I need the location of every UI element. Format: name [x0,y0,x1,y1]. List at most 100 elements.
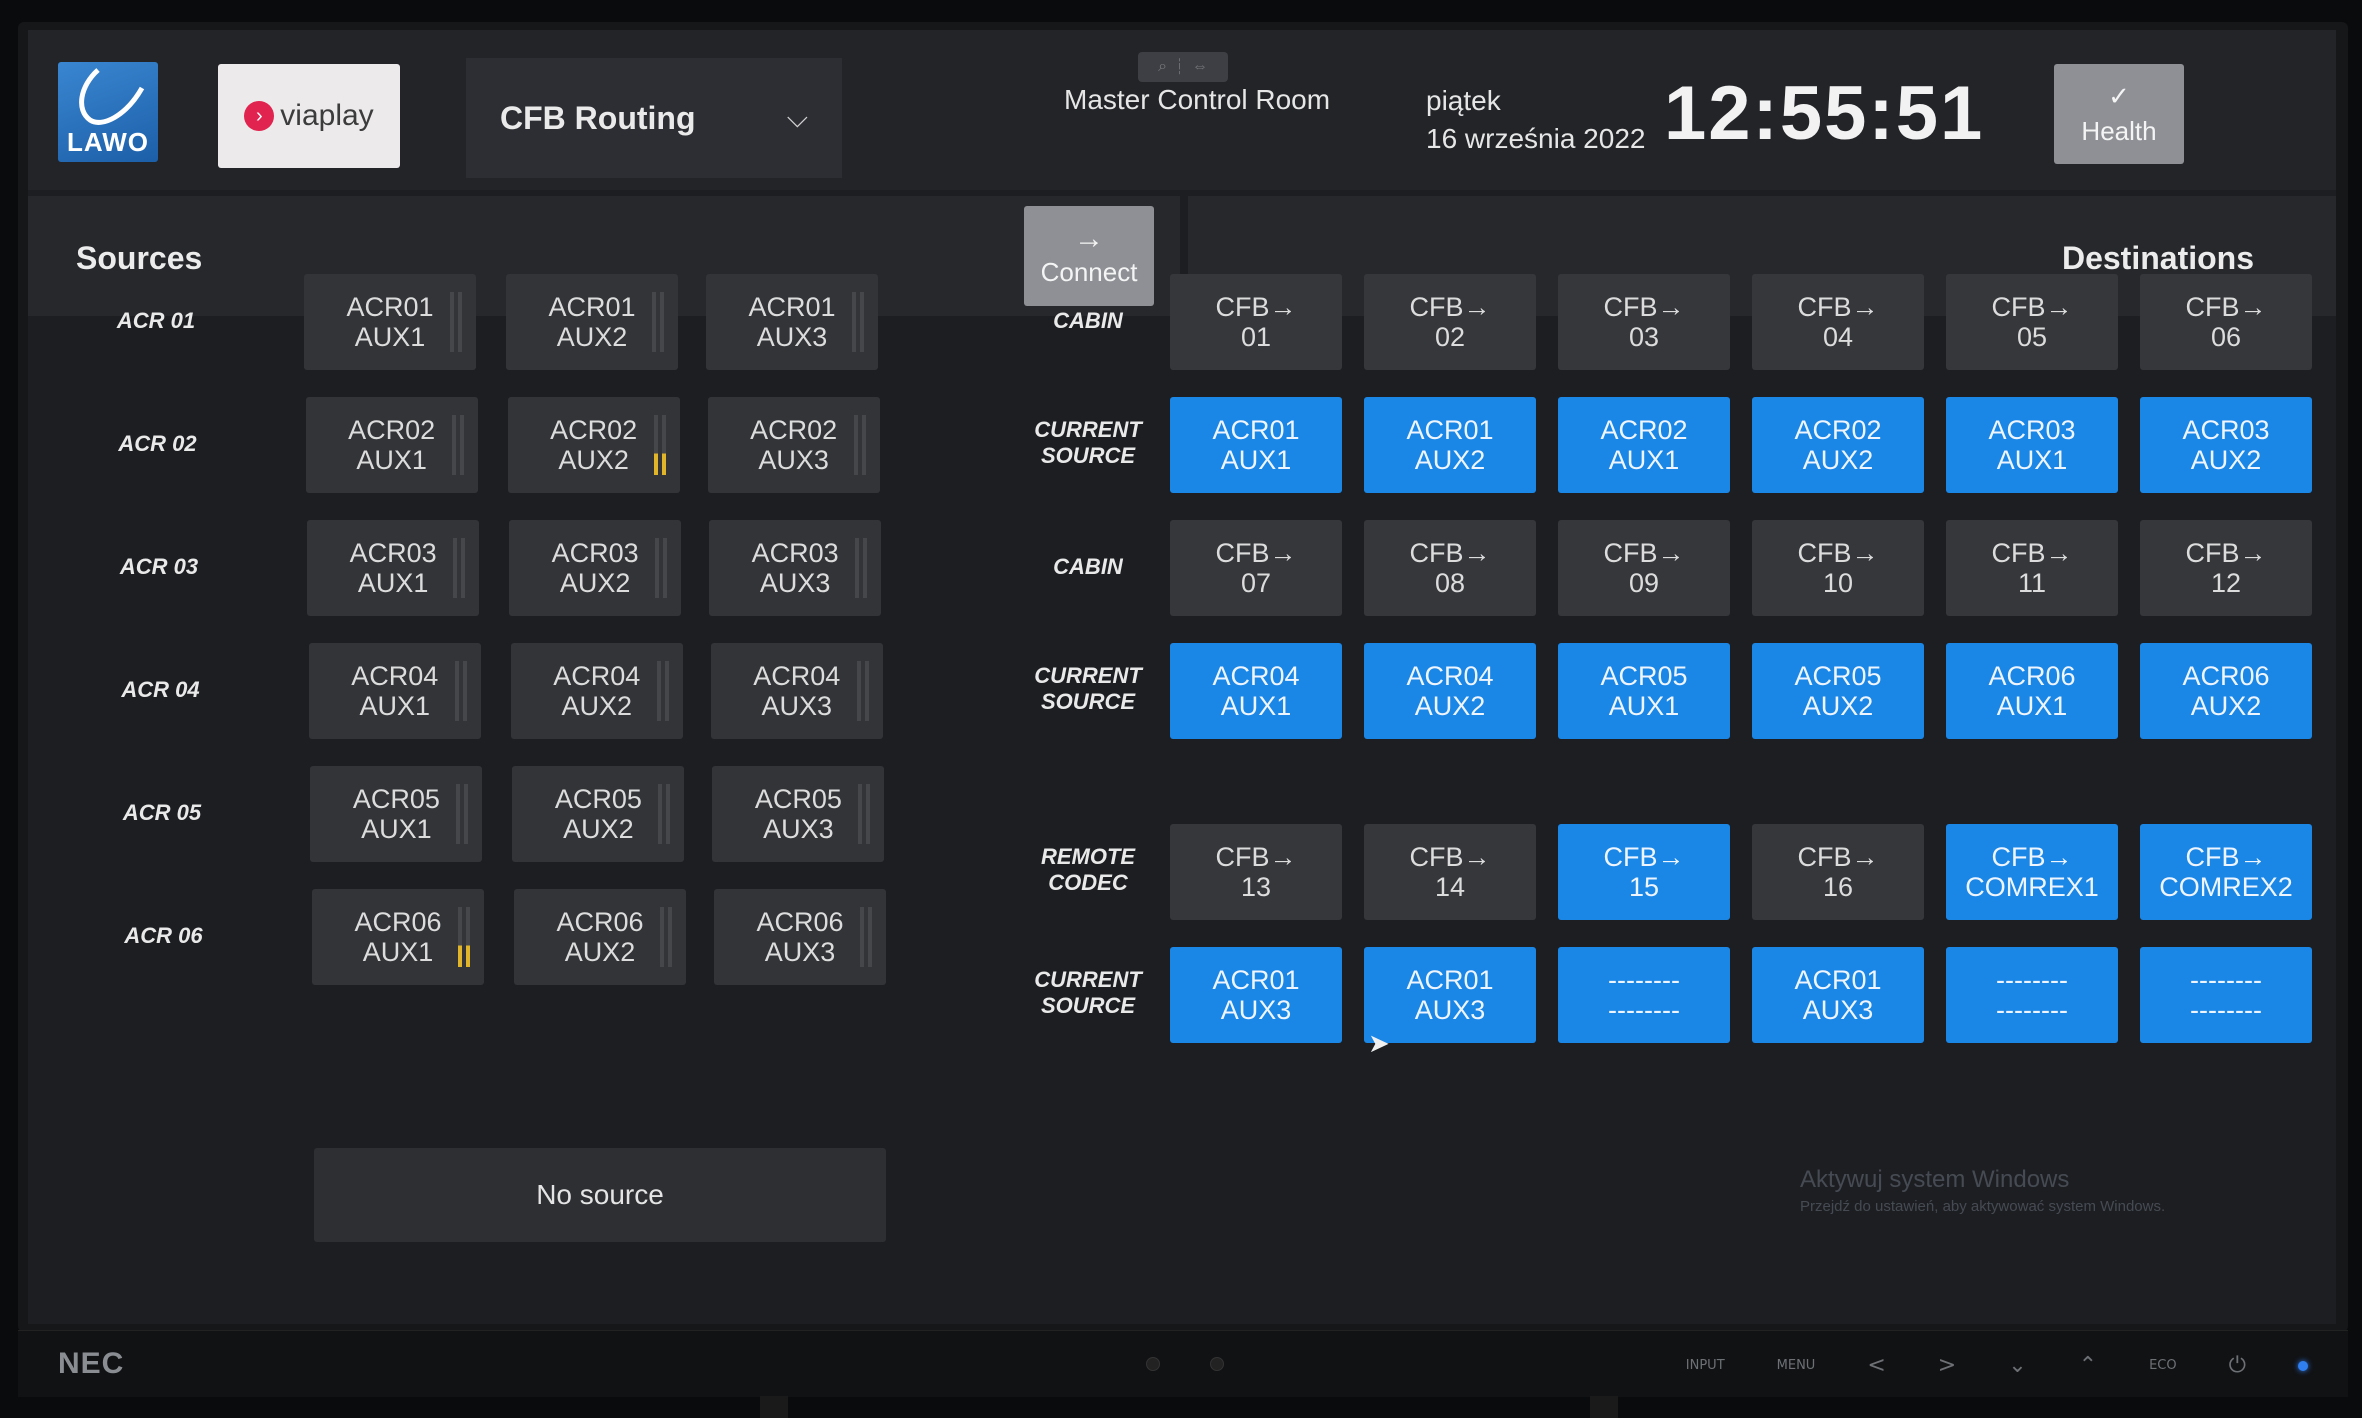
destination-tile[interactable]: CFB→ 06 [2140,274,2312,370]
destination-tile[interactable]: CFB→ 08 [1364,520,1536,616]
tile-label: CFB→ [1991,292,2073,322]
source-tile[interactable]: ACR04 AUX1 [308,643,481,739]
destination-tile[interactable]: CFB→ 14 [1364,824,1536,920]
destination-tile[interactable]: CFB→ 01 [1170,274,1342,370]
tile-label: ACR05 [1600,661,1688,691]
menu-button[interactable]: MENU [1777,1358,1816,1373]
source-tile[interactable]: ACR05 AUX2 [512,766,685,862]
destination-tile[interactable]: CFB→ 15 [1558,824,1730,920]
source-tile[interactable]: ACR06 AUX2 [514,889,686,985]
level-meter-icon [856,661,871,721]
input-button[interactable]: INPUT [1686,1358,1725,1373]
tile-label: 14 [1434,872,1466,902]
source-tile[interactable]: ACR06 AUX1 [312,889,484,985]
source-tile[interactable]: ACR01 AUX3 [706,274,878,370]
destination-tile[interactable]: CFB→ COMREX1 [1946,824,2118,920]
destination-tile[interactable]: CFB→ 16 [1752,824,1924,920]
source-tile[interactable]: ACR03 AUX3 [709,520,882,616]
tile-label: CFB→ [2185,538,2267,568]
tile-label: 01 [1240,322,1272,352]
destination-tile[interactable]: CFB→ 05 [1946,274,2118,370]
source-tile[interactable]: ACR04 AUX2 [510,643,683,739]
current-source-tile: ACR05 AUX2 [1752,643,1924,739]
connect-button[interactable]: → Connect [1024,206,1154,306]
destination-row-label-line: REMOTE [1040,844,1136,869]
current-source-tile: ACR03 AUX2 [2140,397,2312,493]
tile-label: ACR03 [1988,415,2076,445]
tile-label: AUX1 [1996,691,2068,721]
top-bar: LAWO › viaplay CFB Routing ⌵ ⌕ ┆ ⇔ Maste… [28,30,2336,190]
source-tile[interactable]: ACR05 AUX1 [310,766,483,862]
destination-tile[interactable]: CFB→ 12 [2140,520,2312,616]
lawo-logo-text: LAWO [67,127,149,157]
tile-label: ACR01 [1212,415,1300,445]
destination-row-label-line: SOURCE [1040,443,1136,468]
destination-tile[interactable]: CFB→ 03 [1558,274,1730,370]
tile-label: CFB→ [1797,538,1879,568]
destination-tile[interactable]: CFB→ 07 [1170,520,1342,616]
down-button[interactable]: ⌄ [2008,1353,2026,1378]
tile-label: 06 [2210,322,2242,352]
chevron-down-icon: ⌵ [786,101,808,133]
destination-tile[interactable]: CFB→ 11 [1946,520,2118,616]
source-tile[interactable]: ACR06 AUX3 [714,889,886,985]
tile-label: CFB→ [1409,842,1491,872]
destination-tile[interactable]: CFB→ COMREX2 [2140,824,2312,920]
level-meter-icon [451,415,466,475]
source-tile[interactable]: ACR04 AUX3 [710,643,883,739]
health-button[interactable]: ✓ Health [2054,64,2184,164]
left-button[interactable]: < [1867,1353,1885,1378]
destination-row-label-line: CABIN [1053,308,1123,333]
destination-tile[interactable]: CFB→ 10 [1752,520,1924,616]
current-source-tile: ACR05 AUX1 [1558,643,1730,739]
no-source-button[interactable]: No source [314,1148,886,1242]
current-source-tile: ACR01 AUX3 [1170,947,1342,1043]
source-tile[interactable]: ACR03 AUX1 [307,520,480,616]
source-tile[interactable]: ACR01 AUX2 [506,274,678,370]
eco-button[interactable]: ECO [2149,1358,2177,1373]
source-tile[interactable]: ACR05 AUX3 [712,766,885,862]
tile-label: AUX2 [1802,445,1874,475]
current-source-tile: ACR04 AUX2 [1364,643,1536,739]
tile-label: 10 [1822,568,1854,598]
tile-label: AUX3 [1414,995,1486,1025]
destination-tile[interactable]: CFB→ 13 [1170,824,1342,920]
tile-label: AUX1 [1220,445,1292,475]
source-tile[interactable]: ACR02 AUX2 [507,397,680,493]
routing-select[interactable]: CFB Routing ⌵ [466,58,842,178]
tile-label: COMREX2 [2159,872,2293,902]
destination-tile[interactable]: CFB→ 02 [1364,274,1536,370]
tile-label: ACR06 [2182,661,2270,691]
right-button[interactable]: > [1938,1353,1956,1378]
current-source-tile: ACR03 AUX1 [1946,397,2118,493]
tile-label: 03 [1628,322,1660,352]
source-tile[interactable]: ACR02 AUX1 [305,397,478,493]
power-button[interactable]: ⏻ [2229,1353,2246,1378]
tile-label: ACR02 [1600,415,1688,445]
zoom-icon: ⌕ ┆ ⇔ [1158,58,1208,75]
source-row-label: ACR 06 [124,923,203,948]
tile-label: ACR01 [1794,965,1882,995]
source-tile[interactable]: ACR02 AUX3 [707,397,880,493]
zoom-control[interactable]: ⌕ ┆ ⇔ [1138,52,1228,82]
source-tile-label: AUX3 [758,445,829,475]
monitor-stand-leg [1590,1396,1618,1418]
source-tile[interactable]: ACR03 AUX2 [509,520,682,616]
source-tile-label: ACR05 [352,784,440,814]
destination-tile[interactable]: CFB→ 04 [1752,274,1924,370]
app-screen: LAWO › viaplay CFB Routing ⌵ ⌕ ┆ ⇔ Maste… [28,30,2336,1324]
tile-label: CFB→ [2185,842,2267,872]
destination-row-label: CURRENT SOURCE [1018,417,1158,469]
source-tile[interactable]: ACR01 AUX1 [304,274,476,370]
current-source-tile: ACR02 AUX2 [1752,397,1924,493]
destination-row-label-line: CURRENT [1034,967,1142,992]
source-tile-label: ACR03 [551,538,639,568]
source-tile-label: AUX3 [763,814,834,844]
destination-tile[interactable]: CFB→ 09 [1558,520,1730,616]
level-meter-icon [453,538,467,598]
up-button[interactable]: ⌃ [2079,1353,2097,1378]
source-tile-label: ACR02 [550,415,638,445]
sensor-dot [1210,1357,1224,1371]
tile-label: CFB→ [1797,842,1879,872]
source-tile-label: ACR06 [556,907,644,937]
